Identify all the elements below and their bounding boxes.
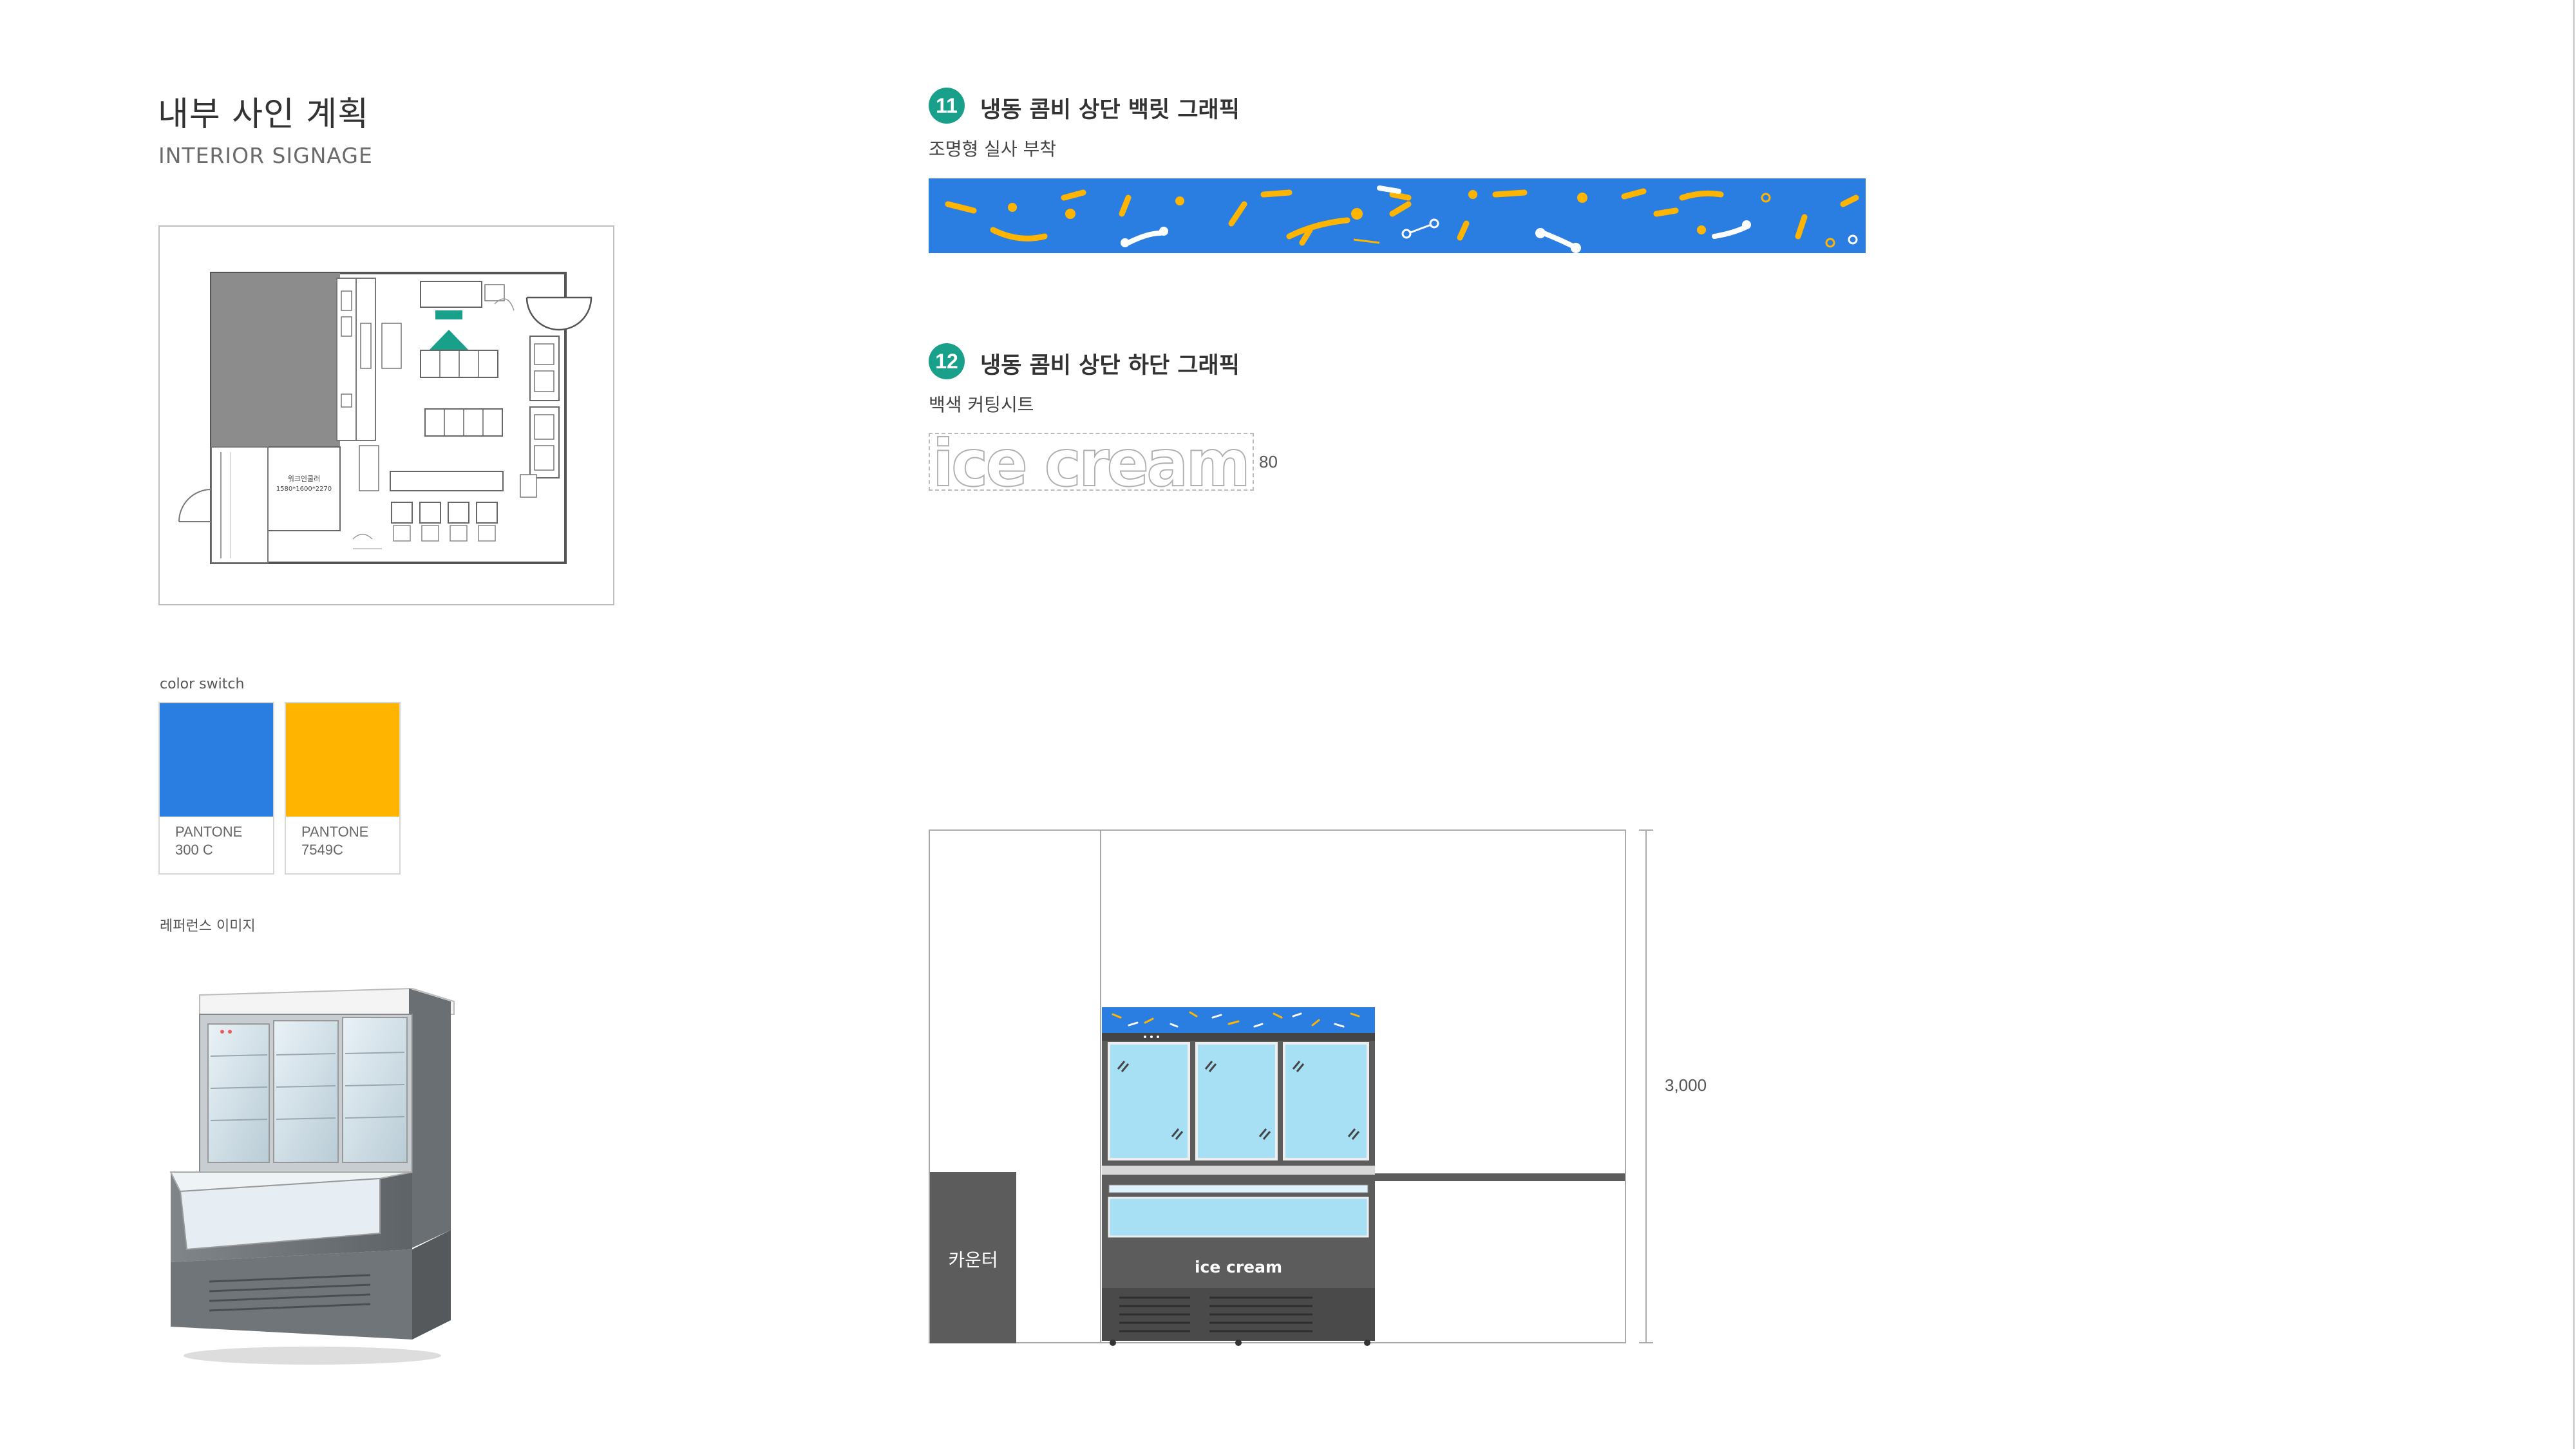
ice-cream-cutout-frame: ice cream [929,425,1254,502]
reference-freezer-image [169,987,455,1365]
walkin-dims: 1580*1600*2270 [276,486,332,493]
page-edge [2573,0,2575,1449]
section-11-subtitle: 조명형 실사 부착 [929,138,1057,160]
shelf-line [1372,1173,1625,1181]
section-12-subtitle: 백색 커팅시트 [929,394,1034,415]
ice-cream-text: ice cream [933,434,1248,489]
walkin-label: 워크인쿨러 [288,475,321,483]
swatch-pantone: PANTONE [175,824,243,840]
backlit-graphic-banner [929,178,1866,253]
swatch-card-yellow: PANTONE 7549C [285,702,401,875]
section-12-badge: 12 [929,343,965,379]
section-12-title: 냉동 콤비 상단 하단 그래픽 [980,353,1240,379]
swatch-blue [160,703,273,817]
counter-block: 카운터 [930,1172,1016,1343]
reference-label: 레퍼런스 이미지 [160,918,256,934]
page-subtitle: INTERIOR SIGNAGE [158,143,373,168]
swatch-pantone: PANTONE [301,824,369,840]
ice-cream-cutout-graphic: ice cream [932,425,1251,502]
height-dimension-bracket [1639,829,1653,1343]
elevation-height-dim: 3,000 [1665,1075,1707,1095]
swatch-yellow [286,703,399,817]
floor-plan: 워크인쿨러 1580*1600*2270 [178,272,592,564]
graphic-height-dim: 80 [1259,452,1278,471]
freezer-ice-cream-text: ice cream [1195,1258,1282,1276]
freezer-elevation: ice cream [1102,1007,1375,1346]
swatch-card-blue: PANTONE 300 C [158,702,274,875]
page-title: 내부 사인 계획 [158,95,370,134]
section-11-title: 냉동 콤비 상단 백릿 그래픽 [980,97,1240,123]
swatch-code: 7549C [301,842,343,858]
color-switch-label: color switch [160,676,245,692]
counter-label: 카운터 [948,1249,998,1271]
floor-plan-frame: 워크인쿨러 1580*1600*2270 [158,225,614,605]
section-11-badge: 11 [929,88,965,124]
swatch-code: 300 C [175,842,213,858]
